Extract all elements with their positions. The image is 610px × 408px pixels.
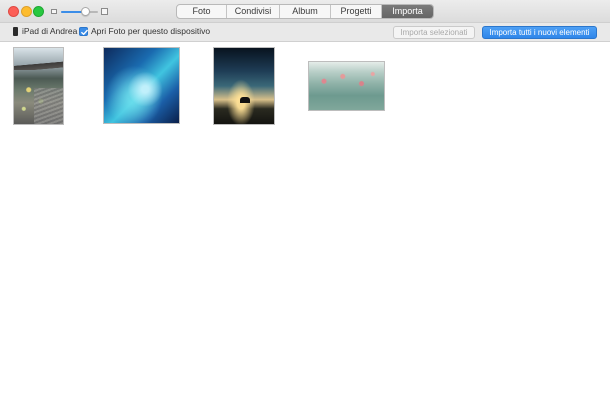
tab-album[interactable]: Album bbox=[280, 5, 331, 18]
view-tabs: Foto Condivisi Album Progetti Importa bbox=[176, 4, 434, 19]
open-photos-checkbox[interactable] bbox=[79, 27, 88, 36]
toolbar: Foto Condivisi Album Progetti Importa bbox=[0, 0, 610, 23]
import-selected-button[interactable]: Importa selezionati bbox=[393, 26, 475, 39]
photo-thumbnail-temple[interactable] bbox=[13, 47, 64, 125]
ipad-icon bbox=[13, 27, 18, 36]
photo-thumbnail-flowers[interactable] bbox=[308, 61, 385, 111]
thumbnail-detail bbox=[14, 60, 63, 70]
minimize-icon[interactable] bbox=[21, 6, 32, 17]
tab-progetti[interactable]: Progetti bbox=[331, 5, 382, 18]
tab-foto[interactable]: Foto bbox=[177, 5, 227, 18]
device-name: iPad di Andrea bbox=[22, 26, 78, 36]
small-thumbnails-icon[interactable] bbox=[51, 9, 57, 14]
checkmark-icon bbox=[81, 29, 88, 35]
photo-thumbnail-night-sky[interactable] bbox=[213, 47, 275, 125]
close-icon[interactable] bbox=[8, 6, 19, 17]
tab-condivisi[interactable]: Condivisi bbox=[227, 5, 280, 18]
thumbnail-detail bbox=[240, 97, 250, 103]
large-thumbnails-icon[interactable] bbox=[101, 8, 108, 15]
slider-knob[interactable] bbox=[80, 7, 90, 16]
open-photos-label[interactable]: Apri Foto per questo dispositivo bbox=[91, 26, 210, 37]
thumbnail-detail bbox=[34, 88, 63, 124]
import-all-button[interactable]: Importa tutti i nuovi elementi bbox=[482, 26, 597, 39]
photos-window: Foto Condivisi Album Progetti Importa iP… bbox=[0, 0, 610, 408]
tab-importa[interactable]: Importa bbox=[382, 5, 433, 18]
photo-thumbnail-milky-way[interactable] bbox=[103, 47, 180, 124]
thumbnail-size-slider[interactable] bbox=[61, 7, 98, 16]
fullscreen-icon[interactable] bbox=[33, 6, 44, 17]
import-bar: iPad di Andrea Apri Foto per questo disp… bbox=[0, 23, 610, 42]
